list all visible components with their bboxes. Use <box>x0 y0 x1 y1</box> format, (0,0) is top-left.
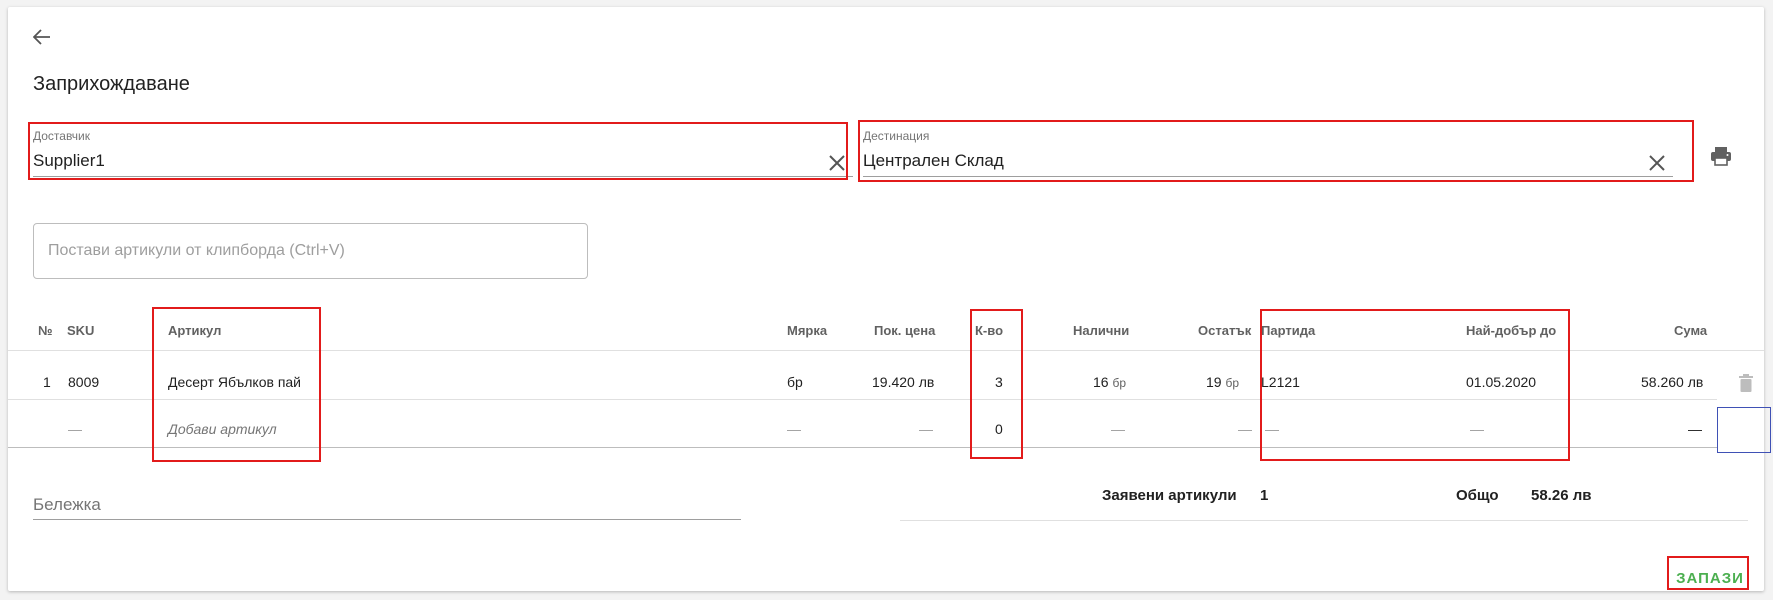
destination-underline <box>863 176 1673 177</box>
row-remaining-value: 19 <box>1206 374 1222 390</box>
close-icon[interactable] <box>1647 153 1667 173</box>
row-number: 1 <box>43 374 51 390</box>
new-row-qty[interactable]: 0 <box>995 421 1003 437</box>
note-field[interactable]: Бележка <box>33 495 741 520</box>
supplier-label: Доставчик <box>33 129 91 143</box>
col-header-article: Артикул <box>168 323 222 338</box>
supplier-value[interactable]: Supplier1 <box>33 151 105 171</box>
ordered-items-value: 1 <box>1260 487 1269 504</box>
save-button[interactable]: ЗАПАЗИ <box>1672 562 1748 594</box>
total-label: Общо <box>1456 487 1499 504</box>
destination-value[interactable]: Централен Склад <box>863 151 1004 171</box>
row-batch[interactable]: L2121 <box>1261 374 1300 390</box>
new-row-remaining: — <box>1238 421 1252 437</box>
trash-icon[interactable] <box>1738 374 1754 392</box>
arrow-left-icon <box>33 29 50 45</box>
page-title: Заприхождаване <box>33 73 190 95</box>
new-row-sku: — <box>68 421 82 437</box>
back-button[interactable] <box>26 21 58 53</box>
col-header-unit: Мярка <box>787 323 828 338</box>
row-available-unit: бр <box>1112 376 1127 390</box>
col-header-sum: Сума <box>1674 323 1708 338</box>
new-row-available: — <box>1111 421 1125 437</box>
col-header-remaining: Остатък <box>1198 323 1252 338</box>
destination-label: Дестинация <box>863 129 930 143</box>
col-header-no: № <box>38 323 53 338</box>
row-available: 16 бр <box>1093 374 1126 390</box>
focused-cell[interactable] <box>1717 407 1771 453</box>
row-price[interactable]: 19.420 лв <box>872 374 934 390</box>
note-placeholder[interactable]: Бележка <box>33 495 101 514</box>
table-divider <box>8 350 1764 351</box>
paste-input[interactable] <box>34 224 587 278</box>
row-remaining-unit: бр <box>1225 376 1240 390</box>
summary-divider <box>900 520 1748 521</box>
row-qty[interactable]: 3 <box>995 374 1003 390</box>
add-article-input[interactable]: Добави артикул <box>168 421 277 437</box>
new-row-price: — <box>919 421 933 437</box>
destination-field[interactable]: Дестинация Централен Склад <box>863 129 1673 179</box>
print-icon <box>1711 147 1731 166</box>
note-underline <box>33 519 741 520</box>
col-header-price: Пок. цена <box>874 323 936 338</box>
ordered-items-label: Заявени артикули <box>1102 487 1237 504</box>
col-header-qty: К-во <box>975 323 1004 338</box>
supplier-field[interactable]: Доставчик Supplier1 <box>33 129 853 179</box>
col-header-batch: Партида <box>1261 323 1316 338</box>
paste-input-box[interactable] <box>33 223 588 279</box>
close-icon[interactable] <box>827 153 847 173</box>
col-header-sku: SKU <box>67 323 95 338</box>
row-unit: бр <box>787 374 803 390</box>
supplier-underline <box>33 176 853 177</box>
row-divider <box>8 399 1717 400</box>
table-bottom-divider <box>8 447 1717 448</box>
new-row-sum: — <box>1688 421 1702 437</box>
row-available-value: 16 <box>1093 374 1109 390</box>
print-button[interactable] <box>1706 141 1736 171</box>
row-sku: 8009 <box>68 374 100 390</box>
col-header-available: Налични <box>1073 323 1130 338</box>
row-article[interactable]: Десерт Ябълков пай <box>168 374 301 390</box>
new-row-batch: — <box>1265 421 1279 437</box>
new-row-unit: — <box>787 421 801 437</box>
total-value: 58.26 лв <box>1531 487 1592 504</box>
row-sum: 58.260 лв <box>1641 374 1704 390</box>
new-row-best-before: — <box>1470 421 1484 437</box>
row-best-before[interactable]: 01.05.2020 <box>1466 374 1536 390</box>
row-remaining: 19 бр <box>1206 374 1239 390</box>
main-card: Заприхождаване Доставчик Supplier1 Дести… <box>8 7 1771 594</box>
col-header-best-before: Най-добър до <box>1466 323 1557 338</box>
